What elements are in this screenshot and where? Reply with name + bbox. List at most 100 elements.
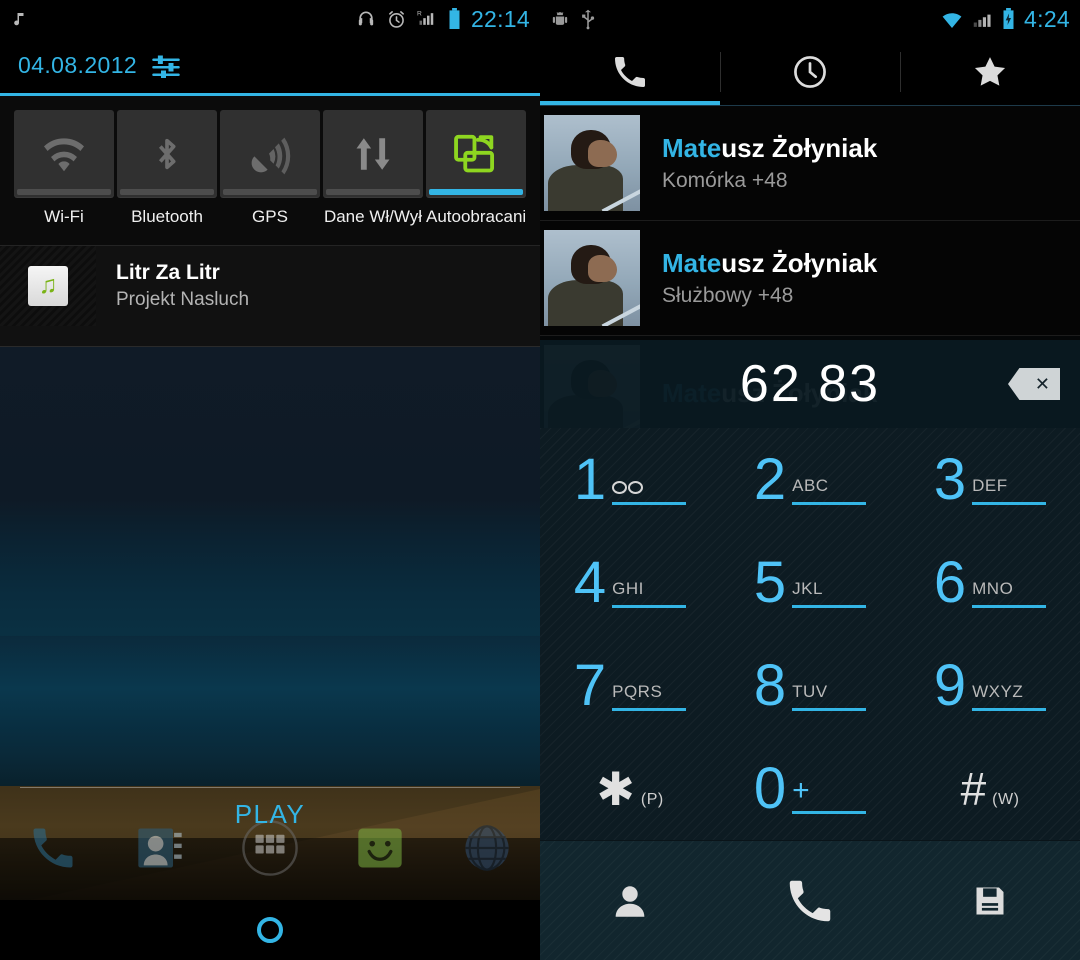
quick-setting-tile[interactable] (426, 110, 526, 198)
right-status-bar: 4:24 (540, 0, 1080, 38)
quick-setting-bluetooth[interactable]: Bluetooth (117, 110, 217, 227)
contact-number: Komórka +48 (662, 169, 877, 193)
list-item[interactable]: Mateusz Żołyniak Służbowy +48 (540, 221, 1080, 336)
key-digit: ✱ (596, 762, 635, 815)
notification-music[interactable]: ♫ Litr Za Litr Projekt Nasluch (0, 245, 540, 326)
quick-setting-autorotate[interactable]: Autoobracanie (426, 110, 526, 227)
settings-sliders-icon[interactable] (151, 51, 181, 81)
quick-setting-data[interactable]: Dane Wł/Wył (323, 110, 423, 227)
left-panel-homescreen: PLAY R 22:14 04.08.2012 Wi-Fi Bluetooth … (0, 0, 540, 960)
wifi-icon (940, 9, 964, 29)
key-letters: (W) (992, 790, 1020, 808)
avatar (544, 230, 640, 326)
autorotate-icon (450, 131, 502, 177)
android-debug-icon (550, 8, 570, 30)
add-contact-button[interactable] (585, 856, 675, 946)
backspace-icon[interactable]: ✕ (1008, 368, 1060, 400)
clock-icon (791, 53, 829, 91)
key-digit: 8 (753, 652, 787, 718)
key-0[interactable]: 0 + (720, 737, 900, 840)
key-5[interactable]: 5 JKL (720, 531, 900, 634)
call-button[interactable] (765, 856, 855, 946)
key-digit: 2 (753, 446, 787, 512)
key-underline (972, 604, 1047, 608)
data-transfer-icon (351, 131, 395, 177)
notification-shade: 04.08.2012 Wi-Fi Bluetooth GPS Dane Wł/W… (0, 38, 540, 347)
key-6[interactable]: 6 MNO (900, 531, 1080, 634)
key-underline (792, 707, 867, 711)
key-9[interactable]: 9 WXYZ (900, 634, 1080, 737)
contact-number-type: Komórka (662, 169, 747, 192)
key-digit: 6 (933, 549, 967, 615)
wallpaper-sea (0, 636, 540, 786)
quick-setting-label: GPS (252, 207, 288, 226)
quick-setting-gps[interactable]: GPS (220, 110, 320, 227)
key-digit: 3 (933, 446, 967, 512)
key-digit: 0 (753, 755, 787, 821)
tab-dialer[interactable] (540, 38, 720, 106)
key-4[interactable]: 4 GHI (540, 531, 720, 634)
key-1[interactable]: 1 (540, 428, 720, 531)
contact-info: Mateusz Żołyniak Służbowy +48 (640, 248, 877, 308)
save-number-button[interactable] (945, 856, 1035, 946)
person-icon (609, 880, 651, 922)
status-clock: 4:24 (1024, 5, 1070, 32)
alarm-icon (386, 9, 407, 30)
key-8[interactable]: 8 TUV (720, 634, 900, 737)
contact-number-value: +48 (757, 284, 794, 307)
battery-charging-icon (1001, 8, 1016, 30)
key-3[interactable]: 3 DEF (900, 428, 1080, 531)
home-ring-icon[interactable] (257, 917, 283, 943)
voicemail-icon (612, 480, 644, 494)
quick-setting-tile[interactable] (323, 110, 423, 198)
dialer-action-bar (540, 840, 1080, 960)
quick-setting-tile[interactable] (220, 110, 320, 198)
shade-date: 04.08.2012 (18, 52, 138, 78)
tab-favorites[interactable] (900, 38, 1080, 106)
signal-roaming-icon: R (416, 9, 438, 29)
key-letters: + (792, 773, 810, 807)
key-underline (612, 501, 687, 505)
quick-settings-row: Wi-Fi Bluetooth GPS Dane Wł/Wył Autoobra… (0, 96, 540, 227)
screenshot-root: PLAY R 22:14 04.08.2012 Wi-Fi Bluetooth … (0, 0, 1080, 960)
quick-setting-label: Dane Wł/Wył (323, 207, 423, 226)
key-digit: # (960, 762, 987, 815)
wifi-icon (39, 134, 89, 174)
key-underline (972, 501, 1047, 505)
key-letters: JKL (792, 578, 823, 598)
key-star[interactable]: ✱ (P) (540, 737, 720, 840)
contact-name-match: Mate (662, 248, 722, 278)
quick-setting-tile[interactable] (117, 110, 217, 198)
dial-input-value[interactable]: 62 83 (740, 354, 880, 414)
key-letters: MNO (972, 578, 1014, 598)
key-underline (792, 501, 867, 505)
contact-name-match: Mate (662, 133, 722, 163)
key-2[interactable]: 2 ABC (720, 428, 900, 531)
notification-subtitle: Projekt Nasluch (116, 288, 250, 310)
contact-number-value: +48 (751, 169, 788, 192)
usb-icon (580, 8, 596, 30)
notification-text: Litr Za Litr Projekt Nasluch (96, 261, 249, 311)
key-7[interactable]: 7 PQRS (540, 634, 720, 737)
phone-icon (783, 874, 837, 928)
tab-recents[interactable] (720, 38, 900, 106)
key-digit: 9 (933, 652, 967, 718)
key-underline (612, 707, 687, 711)
status-clock: 22:14 (470, 5, 530, 32)
dial-display[interactable]: 62 83 ✕ (540, 340, 1080, 428)
phone-icon (610, 52, 650, 92)
bluetooth-icon (147, 131, 187, 177)
contact-info: Mateusz Żołyniak Komórka +48 (640, 133, 877, 193)
key-hash[interactable]: # (W) (900, 737, 1080, 840)
quick-setting-wifi[interactable]: Wi-Fi (14, 110, 114, 227)
list-item[interactable]: Mateusz Żołyniak Komórka +48 (540, 106, 1080, 221)
key-letters: ABC (792, 475, 829, 495)
quick-setting-tile[interactable] (14, 110, 114, 198)
key-underline (972, 707, 1047, 711)
contact-number: Służbowy +48 (662, 284, 877, 308)
signal-icon (972, 9, 993, 29)
left-status-bar: R 22:14 (0, 0, 540, 38)
key-letters: PQRS (612, 681, 663, 701)
key-letters: WXYZ (972, 681, 1024, 701)
key-digit: 5 (753, 549, 787, 615)
